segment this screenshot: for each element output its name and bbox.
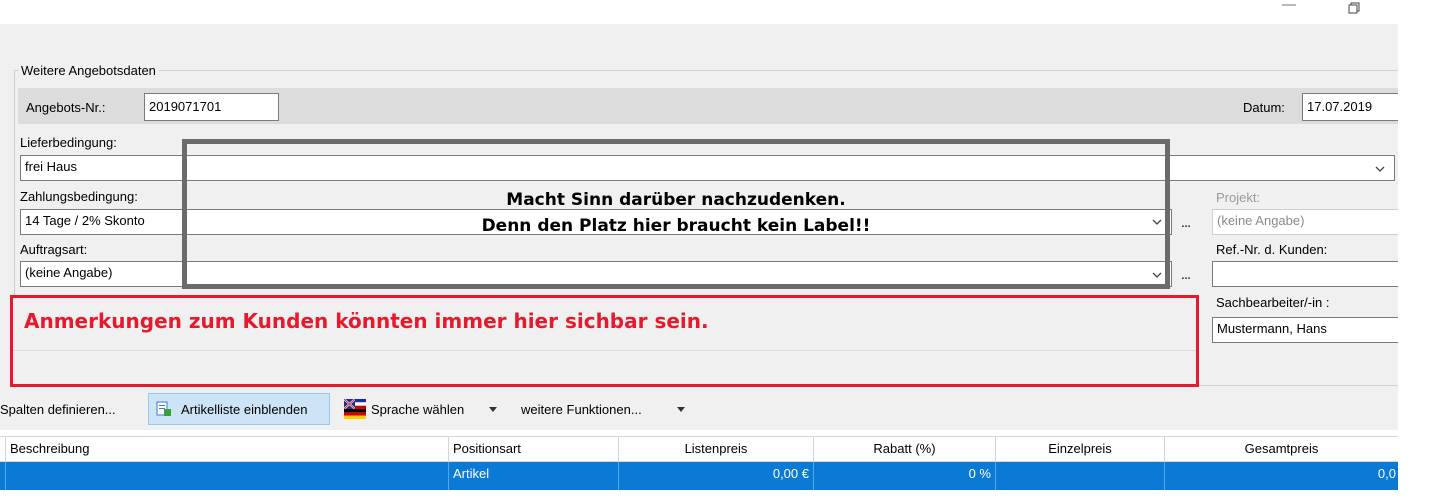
chevron-down-icon[interactable] (677, 407, 685, 413)
weitere-funktionen-button[interactable]: weitere Funktionen... (521, 395, 642, 425)
flag-icon (344, 399, 366, 419)
angebots-nr-label: Angebots-Nr.: (26, 100, 106, 115)
sachbearbeiter-field[interactable]: Mustermann, Hans (1212, 317, 1398, 343)
divider (13, 350, 1196, 351)
sachbearbeiter-label: Sachbearbeiter/-in : (1216, 295, 1330, 310)
spalten-definieren-button[interactable]: Spalten definieren... (0, 395, 116, 425)
ref-nr-field[interactable] (1212, 261, 1398, 287)
cell-beschreibung[interactable] (6, 462, 449, 490)
column-header-rabatt[interactable]: Rabatt (%) (814, 436, 996, 462)
column-header-positionsart[interactable]: Positionsart (449, 436, 619, 462)
annotation-grey-line1: Macht Sinn darüber nachzudenken. (506, 190, 846, 210)
cell-listenpreis[interactable]: 0,00 € (619, 462, 814, 490)
chevron-down-icon[interactable] (489, 407, 497, 413)
annotation-grey-line2: Denn den Platz hier braucht kein Label!! (481, 216, 871, 236)
column-header-einzelpreis[interactable]: Einzelpreis (996, 436, 1165, 462)
lieferbedingung-label: Lieferbedingung: (20, 135, 117, 150)
auftragsart-label: Auftragsart: (20, 242, 88, 257)
cell-gesamtpreis[interactable]: 0,0 (1165, 462, 1398, 490)
minimize-icon[interactable] (1282, 4, 1296, 6)
zahlungsbedingung-more-button[interactable]: ... (1177, 211, 1195, 233)
restore-icon[interactable] (1348, 2, 1360, 14)
annotation-grey-text: Macht Sinn darüber nachzudenken. Denn de… (182, 187, 1170, 239)
window-titlebar (0, 0, 1438, 24)
projekt-label: Projekt: (1216, 190, 1261, 205)
angebots-nr-field[interactable]: 2019071701 (144, 93, 279, 121)
chevron-down-icon[interactable] (1375, 164, 1385, 174)
cell-positionsart[interactable]: Artikel (449, 462, 619, 490)
sprache-waehlen-button[interactable]: Sprache wählen (371, 395, 464, 425)
auftragsart-more-button[interactable]: ... (1177, 263, 1195, 285)
cell-einzelpreis[interactable] (996, 462, 1165, 490)
artikelliste-icon (156, 401, 171, 416)
projekt-field[interactable]: (keine Angabe) (1212, 209, 1398, 235)
ref-nr-label: Ref.-Nr. d. Kunden: (1216, 242, 1328, 257)
right-margin (1398, 24, 1438, 502)
datum-label: Datum: (1243, 100, 1285, 115)
annotation-red-text: Anmerkungen zum Kunden könnten immer hie… (24, 309, 709, 333)
column-header-beschreibung[interactable]: Beschreibung (6, 436, 449, 462)
column-header-gesamtpreis[interactable]: Gesamtpreis (1165, 436, 1398, 462)
cell-rabatt[interactable]: 0 % (814, 462, 996, 490)
column-header-listenpreis[interactable]: Listenpreis (619, 436, 814, 462)
group-title: Weitere Angebotsdaten (18, 63, 159, 78)
zahlungsbedingung-label: Zahlungsbedingung: (20, 189, 138, 204)
datum-field[interactable]: 17.07.2019 (1302, 93, 1398, 121)
artikelliste-einblenden-label: Artikelliste einblenden (181, 402, 308, 417)
